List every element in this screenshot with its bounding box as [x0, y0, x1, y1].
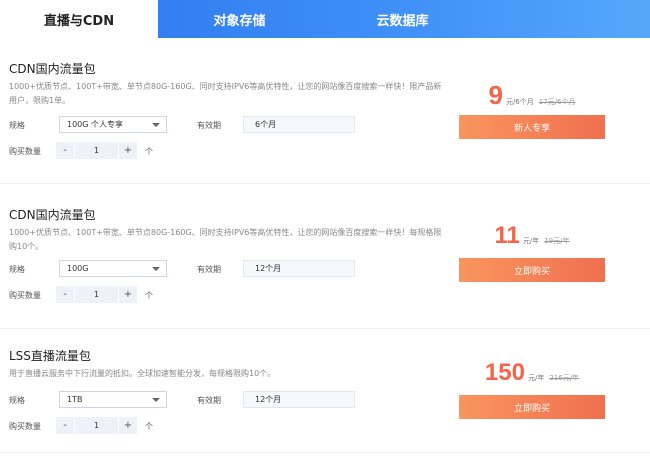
new-user-button[interactable]: 新人专享: [459, 115, 605, 139]
period-label: 有效期: [197, 265, 221, 274]
period-value: 12个月: [243, 260, 355, 277]
spec-select-value: 100G 个人专享: [67, 120, 124, 129]
period-label: 有效期: [197, 121, 221, 130]
price-line: 150 元/年 216元/年: [459, 359, 605, 387]
chevron-down-icon: [152, 123, 160, 127]
tab-cloud-database[interactable]: 云数据库: [321, 0, 484, 38]
quantity-plus-button[interactable]: +: [119, 286, 137, 303]
original-price: 216元/年: [549, 374, 580, 382]
package-description: 1000+优质节点、100T+带宽、单节点80G-160G、同时支持IPV6等高…: [9, 82, 442, 105]
buy-now-button[interactable]: 立即购买: [459, 258, 605, 282]
spec-select-value: 100G: [67, 264, 89, 273]
quantity-unit: 个: [145, 291, 153, 300]
tab-object-storage[interactable]: 对象存储: [158, 0, 321, 38]
divider: [0, 183, 650, 184]
product-tabs: 直播与CDN 对象存储 云数据库: [0, 0, 650, 38]
package-title: CDN国内流量包: [9, 62, 96, 76]
chevron-down-icon: [152, 398, 160, 402]
quantity-plus-button[interactable]: +: [119, 142, 137, 159]
price-value: 9: [488, 80, 503, 110]
quantity-input[interactable]: 1: [75, 142, 118, 159]
period-label: 有效期: [197, 396, 221, 405]
price-unit: 元/年: [522, 237, 540, 245]
price-line: 9 元/6个月 17元/6个月: [459, 80, 605, 111]
package-title: LSS直播流量包: [9, 349, 91, 363]
package-description: 用于直播云服务中下行流量的抵扣。全球加速智能分发，每规格限购10个。: [9, 369, 276, 378]
quantity-plus-button[interactable]: +: [119, 417, 137, 434]
buy-now-button[interactable]: 立即购买: [459, 395, 605, 419]
spec-label: 规格: [9, 265, 25, 274]
quantity-minus-button[interactable]: -: [56, 286, 74, 303]
divider: [0, 328, 650, 329]
spec-select[interactable]: 1TB: [59, 391, 167, 408]
spec-label: 规格: [9, 121, 25, 130]
spec-select-value: 1TB: [67, 395, 83, 404]
quantity-label: 购买数量: [9, 422, 41, 431]
original-price: 17元/6个月: [538, 98, 576, 106]
package-title: CDN国内流量包: [9, 208, 96, 222]
quantity-label: 购买数量: [9, 147, 41, 156]
package-description: 1000+优质节点、100T+带宽、单节点80G-160G、同时支持IPV6等高…: [9, 228, 442, 251]
quantity-minus-button[interactable]: -: [56, 142, 74, 159]
spec-select[interactable]: 100G: [59, 260, 167, 277]
package-card: CDN国内流量包 1000+优质节点、100T+带宽、单节点80G-160G、同…: [0, 206, 650, 316]
price-value: 150: [484, 359, 525, 386]
quantity-input[interactable]: 1: [75, 286, 118, 303]
period-value: 12个月: [243, 391, 355, 408]
quantity-unit: 个: [145, 147, 153, 156]
quantity-label: 购买数量: [9, 291, 41, 300]
spec-label: 规格: [9, 396, 25, 405]
quantity-minus-button[interactable]: -: [56, 417, 74, 434]
spec-select[interactable]: 100G 个人专享: [59, 116, 167, 133]
period-value: 6个月: [243, 116, 355, 133]
price-unit: 元/6个月: [505, 98, 534, 106]
price-unit: 元/年: [527, 374, 545, 382]
price-line: 11 元/年 19元/年: [459, 222, 605, 250]
quantity-input[interactable]: 1: [75, 417, 118, 434]
divider: [0, 452, 650, 453]
chevron-down-icon: [152, 267, 160, 271]
price-value: 11: [494, 222, 520, 249]
tab-live-cdn[interactable]: 直播与CDN: [0, 0, 158, 38]
package-card: CDN国内流量包 1000+优质节点、100T+带宽、单节点80G-160G、同…: [0, 60, 650, 170]
quantity-unit: 个: [145, 422, 153, 431]
package-card: LSS直播流量包 用于直播云服务中下行流量的抵扣。全球加速智能分发，每规格限购1…: [0, 347, 650, 457]
original-price: 19元/年: [544, 237, 570, 245]
